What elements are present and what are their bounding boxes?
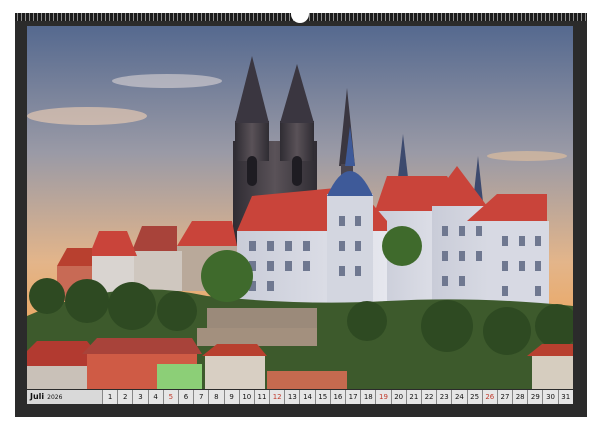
day-cell: 4 <box>148 390 164 404</box>
day-cell: 23 <box>437 390 453 404</box>
day-cell: 5 <box>163 390 179 404</box>
day-cell: 18 <box>361 390 377 404</box>
cloud <box>27 107 147 125</box>
castle-cathedral-scene <box>27 26 573 389</box>
day-cell: 14 <box>300 390 316 404</box>
month-name: Juli <box>30 392 45 401</box>
day-cell: 24 <box>452 390 468 404</box>
day-cell: 16 <box>330 390 346 404</box>
day-cell: 2 <box>118 390 134 404</box>
day-cell: 22 <box>421 390 438 404</box>
day-cell: 15 <box>315 390 331 404</box>
stone-wall <box>207 308 317 328</box>
month-year: 2026 <box>47 394 63 401</box>
day-cell: 7 <box>194 390 210 404</box>
day-cell: 29 <box>528 390 544 404</box>
day-cell: 31 <box>558 390 573 404</box>
day-cell: 1 <box>103 390 119 404</box>
date-strip: Juli 2026 1 2 3 4 5 6 7 8 9 10 11 12 13 14 15 16 17 18 19 20… <box>27 390 573 404</box>
day-cell: 21 <box>406 390 422 404</box>
day-cell: 27 <box>497 390 514 404</box>
day-cell: 20 <box>391 390 407 404</box>
day-cell: 30 <box>543 390 559 404</box>
day-cell: 28 <box>513 390 529 404</box>
day-cell: 9 <box>224 390 240 404</box>
stone-wall <box>197 328 317 346</box>
day-cell: 12 <box>270 390 286 404</box>
day-cell: 8 <box>209 390 225 404</box>
day-cell: 26 <box>482 390 498 404</box>
day-cell: 10 <box>239 390 255 404</box>
day-cell: 13 <box>285 390 301 404</box>
calendar-photo <box>27 26 573 389</box>
day-cell: 25 <box>467 390 483 404</box>
cloud <box>112 74 222 88</box>
day-cell: 17 <box>346 390 362 404</box>
day-cell: 3 <box>133 390 149 404</box>
month-label: Juli 2026 <box>27 390 103 404</box>
day-cell: 19 <box>376 390 392 404</box>
day-cell: 11 <box>254 390 271 404</box>
days-row: 1 2 3 4 5 6 7 8 9 10 11 12 13 14 15 16 17 18 19 20 21 22 23 24 2… <box>103 390 573 404</box>
day-cell: 6 <box>178 390 195 404</box>
cloud <box>487 151 567 161</box>
